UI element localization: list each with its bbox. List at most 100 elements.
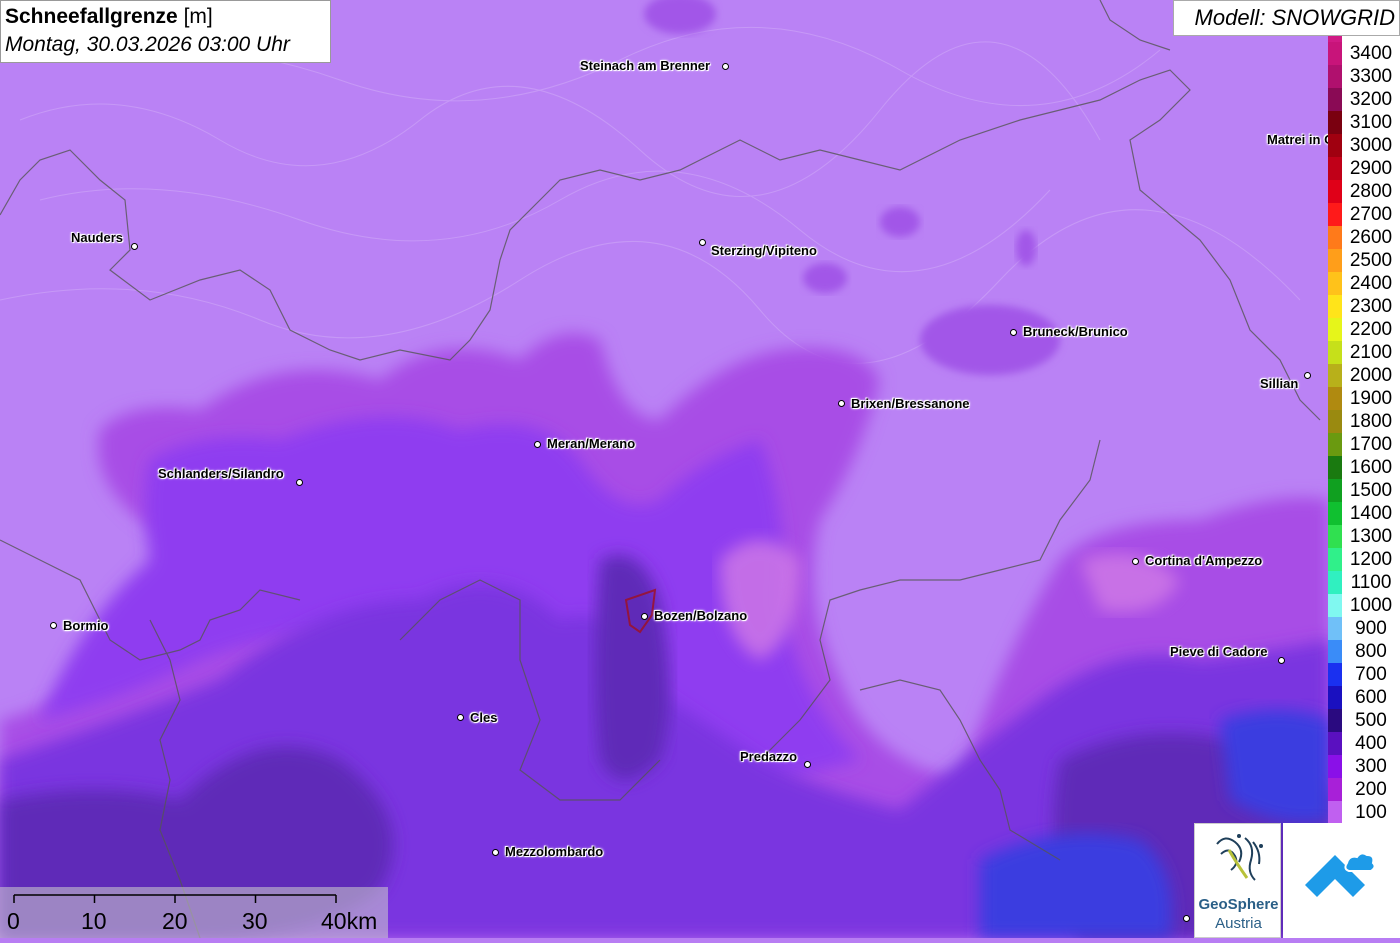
place-marker-pieve bbox=[1278, 657, 1285, 664]
legend-swatch bbox=[1328, 410, 1342, 433]
legend-label: 3100 bbox=[1342, 111, 1400, 134]
legend-label: 3300 bbox=[1342, 65, 1400, 88]
map-datetime: Montag, 30.03.2026 03:00 Uhr bbox=[5, 33, 290, 56]
scale-tick-label: 10 bbox=[81, 908, 107, 934]
legend-level: 900 bbox=[1328, 617, 1400, 640]
legend-swatch bbox=[1328, 226, 1342, 249]
legend-level: 200 bbox=[1328, 778, 1400, 801]
legend-level: 1300 bbox=[1328, 525, 1400, 548]
color-legend: 3500340033003200310030002900280027002600… bbox=[1328, 36, 1400, 824]
legend-label: 200 bbox=[1342, 778, 1400, 801]
legend-swatch bbox=[1328, 548, 1342, 571]
legend-level: 1400 bbox=[1328, 502, 1400, 525]
legend-swatch bbox=[1328, 387, 1342, 410]
legend-swatch bbox=[1328, 479, 1342, 502]
scale-tick-label: 30 bbox=[242, 908, 268, 934]
legend-level: 600 bbox=[1328, 686, 1400, 709]
place-label-mezzolombardo: Mezzolombardo bbox=[505, 844, 604, 859]
place-marker-nauders bbox=[131, 243, 138, 250]
legend-swatch bbox=[1328, 272, 1342, 295]
map-title: Schneefallgrenze [m] bbox=[5, 5, 213, 28]
legend-label: 2600 bbox=[1342, 226, 1400, 249]
legend-label: 1000 bbox=[1342, 594, 1400, 617]
legend-level: 3400 bbox=[1328, 42, 1400, 65]
legend-swatch bbox=[1328, 157, 1342, 180]
legend-swatch bbox=[1328, 778, 1342, 801]
legend-swatch bbox=[1328, 88, 1342, 111]
legend-level: 3100 bbox=[1328, 111, 1400, 134]
legend-label: 2400 bbox=[1342, 272, 1400, 295]
place-marker-bozen bbox=[641, 613, 648, 620]
legend-label: 2900 bbox=[1342, 157, 1400, 180]
legend-swatch bbox=[1328, 732, 1342, 755]
legend-level: 800 bbox=[1328, 640, 1400, 663]
legend-swatch bbox=[1328, 502, 1342, 525]
legend-swatch bbox=[1328, 709, 1342, 732]
legend-label: 1900 bbox=[1342, 387, 1400, 410]
legend-label: 900 bbox=[1342, 617, 1400, 640]
place-label-meran: Meran/Merano bbox=[547, 436, 636, 451]
legend-label: 1500 bbox=[1342, 479, 1400, 502]
legend-label: 1100 bbox=[1342, 571, 1400, 594]
legend-level: 700 bbox=[1328, 663, 1400, 686]
place-marker-steinach bbox=[722, 63, 729, 70]
legend-level: 1600 bbox=[1328, 456, 1400, 479]
legend-level: 1700 bbox=[1328, 433, 1400, 456]
legend-swatch bbox=[1328, 755, 1342, 778]
geosphere-logo[interactable]: GeoSphere Austria bbox=[1194, 823, 1281, 938]
legend-label: 2100 bbox=[1342, 341, 1400, 364]
place-marker-brixen bbox=[838, 400, 845, 407]
scale-tick-label: 0 bbox=[7, 908, 20, 934]
geosphere-logo-line2: Austria bbox=[1215, 915, 1262, 932]
legend-label: 700 bbox=[1342, 663, 1400, 686]
legend-level: 1800 bbox=[1328, 410, 1400, 433]
legend-level: 2300 bbox=[1328, 295, 1400, 318]
place-label-brixen: Brixen/Bressanone bbox=[851, 396, 970, 411]
legend-swatch bbox=[1328, 433, 1342, 456]
legend-label: 2800 bbox=[1342, 180, 1400, 203]
legend-swatch bbox=[1328, 594, 1342, 617]
legend-level: 2900 bbox=[1328, 157, 1400, 180]
scale-tick-label: 40km bbox=[321, 908, 378, 934]
geosphere-emblem-icon bbox=[1216, 834, 1263, 881]
legend-level: 3200 bbox=[1328, 88, 1400, 111]
legend-level: 2800 bbox=[1328, 180, 1400, 203]
place-label-sterzing: Sterzing/Vipiteno bbox=[711, 243, 817, 258]
place-marker-sillian bbox=[1304, 372, 1311, 379]
place-label-schlanders: Schlanders/Silandro bbox=[158, 466, 284, 481]
legend-label: 2000 bbox=[1342, 364, 1400, 387]
place-label-predazzo: Predazzo bbox=[740, 749, 798, 764]
legend-swatch bbox=[1328, 617, 1342, 640]
legend-level: 3300 bbox=[1328, 65, 1400, 88]
legend-level: 2000 bbox=[1328, 364, 1400, 387]
legend-label: 1400 bbox=[1342, 502, 1400, 525]
legend-label: 1700 bbox=[1342, 433, 1400, 456]
legend-swatch bbox=[1328, 456, 1342, 479]
legend-level: 1000 bbox=[1328, 594, 1400, 617]
place-marker-cortina bbox=[1132, 558, 1139, 565]
place-marker-cles bbox=[457, 714, 464, 721]
legend-label: 2300 bbox=[1342, 295, 1400, 318]
legend-level: 3000 bbox=[1328, 134, 1400, 157]
legend-level: 2400 bbox=[1328, 272, 1400, 295]
legend-label: 1200 bbox=[1342, 548, 1400, 571]
legend-label: 3400 bbox=[1342, 42, 1400, 65]
legend-swatch bbox=[1328, 180, 1342, 203]
legend-label: 2700 bbox=[1342, 203, 1400, 226]
legend-label: 3000 bbox=[1342, 134, 1400, 157]
legend-level: 100 bbox=[1328, 801, 1400, 824]
legend-label: 2500 bbox=[1342, 249, 1400, 272]
legend-label: 2200 bbox=[1342, 318, 1400, 341]
app-logo[interactable] bbox=[1283, 823, 1400, 938]
cloud-arrow-icon bbox=[1305, 852, 1376, 897]
place-marker-unnamed bbox=[1183, 915, 1190, 922]
legend-swatch bbox=[1328, 111, 1342, 134]
legend-label: 300 bbox=[1342, 755, 1400, 778]
legend-swatch bbox=[1328, 42, 1342, 65]
scale-bar: 0 10 20 30 40km bbox=[0, 887, 388, 938]
legend-swatch bbox=[1328, 65, 1342, 88]
place-marker-predazzo bbox=[804, 761, 811, 768]
place-marker-schlanders bbox=[296, 479, 303, 486]
legend-level: 1200 bbox=[1328, 548, 1400, 571]
legend-label: 1800 bbox=[1342, 410, 1400, 433]
